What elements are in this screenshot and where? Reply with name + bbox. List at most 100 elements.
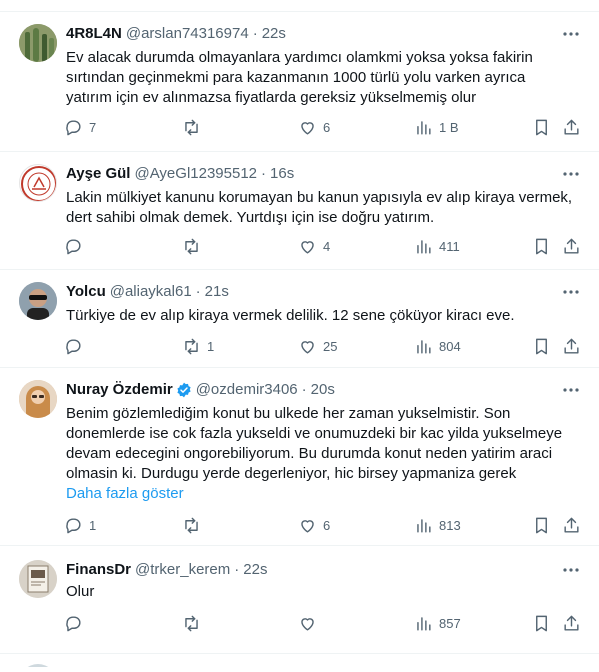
- bookmark-icon: [536, 517, 547, 534]
- retweet-count: 1: [207, 339, 215, 354]
- tweet-actions: 857: [0, 614, 599, 634]
- author-name[interactable]: Yolcu: [66, 282, 106, 302]
- tweet-card[interactable]: Yolcu @aliaykal61 · 21s Türkiye de ev al…: [0, 270, 599, 368]
- more-icon[interactable]: [561, 560, 581, 580]
- retweet-button[interactable]: [182, 614, 207, 633]
- seal-avatar[interactable]: [19, 164, 57, 202]
- tweet-header: Yolcu @aliaykal61 · 21s: [66, 282, 229, 302]
- author-name[interactable]: Nuray Özdemir: [66, 380, 173, 400]
- tweet-card[interactable]: 4R8L4N @arslan74316974 · 22s Ev alacak d…: [0, 12, 599, 152]
- tweet-actions: 4 411: [0, 237, 599, 257]
- retweet-icon: [185, 338, 198, 355]
- more-icon[interactable]: [561, 380, 581, 400]
- woman-avatar[interactable]: [19, 380, 57, 418]
- views-button[interactable]: 411: [414, 237, 460, 256]
- share-icon: [564, 615, 579, 631]
- tweet-card[interactable]: FinansDr @trker_kerem · 22s Olur 857: [0, 546, 599, 654]
- reply-button[interactable]: [64, 337, 89, 356]
- bookmark-button[interactable]: [532, 614, 551, 633]
- tweet-card[interactable]: Nuray Özdemir @ozdemir3406 · 20s Benim g…: [0, 368, 599, 546]
- like-icon: [301, 341, 314, 354]
- like-button[interactable]: 6: [298, 516, 330, 535]
- retweet-button[interactable]: [182, 516, 207, 535]
- bookmark-button[interactable]: [532, 516, 551, 535]
- views-button[interactable]: 1 B: [414, 118, 459, 137]
- views-button[interactable]: 857: [414, 614, 461, 633]
- view-count: 804: [439, 339, 461, 354]
- like-button[interactable]: 25: [298, 337, 337, 356]
- bookmark-icon: [536, 338, 547, 355]
- book-avatar[interactable]: [19, 560, 57, 598]
- reply-count: 1: [89, 518, 97, 533]
- bookmark-button[interactable]: [532, 237, 551, 256]
- text-line: yatırım için ev alınmazsa fiyatlarda ger…: [66, 89, 477, 106]
- bookmark-icon: [536, 615, 547, 632]
- tweet-time[interactable]: 20s: [311, 380, 335, 400]
- like-button[interactable]: 4: [298, 237, 330, 256]
- person-image: [19, 380, 57, 418]
- reply-count: 7: [89, 120, 97, 135]
- more-icon[interactable]: [561, 24, 581, 44]
- sunglasses-avatar[interactable]: [19, 282, 57, 320]
- share-icon: [564, 517, 579, 533]
- share-button[interactable]: [562, 237, 581, 256]
- text-line: Ev alacak durumda olmayanlara yardımcı o…: [66, 49, 533, 66]
- text-line: Lakin mülkiyet kanunu korumayan bu kanun…: [66, 189, 573, 206]
- more-icon[interactable]: [561, 164, 581, 184]
- person-image: [19, 282, 57, 320]
- text-line: olmasin ki. Durdugu yerde degerleniyor, …: [66, 465, 517, 482]
- author-name[interactable]: Ayşe Gül: [66, 164, 130, 184]
- reply-button[interactable]: 7: [64, 118, 96, 137]
- bookmark-button[interactable]: [532, 118, 551, 137]
- tweet-card[interactable]: Ayşe Gül @AyeGl12395512 · 16s Lakin mülk…: [0, 152, 599, 270]
- author-handle[interactable]: @ozdemir3406: [196, 380, 298, 400]
- retweet-button[interactable]: 1: [182, 337, 214, 356]
- book-image: [19, 560, 57, 598]
- views-icon: [417, 340, 431, 354]
- tweet-time[interactable]: 22s: [243, 560, 267, 580]
- view-count: 1 B: [439, 120, 459, 135]
- tweet-header: 4R8L4N @arslan74316974 · 22s: [66, 24, 286, 44]
- reply-button[interactable]: 1: [64, 516, 96, 535]
- share-button[interactable]: [562, 337, 581, 356]
- retweet-icon: [185, 615, 198, 632]
- separator-dot: ·: [261, 165, 267, 182]
- retweet-button[interactable]: [182, 237, 207, 256]
- author-handle[interactable]: @aliaykal61: [110, 282, 192, 302]
- cactus-image: [19, 24, 57, 62]
- author-handle[interactable]: @AyeGl12395512: [134, 164, 257, 184]
- views-icon: [417, 121, 431, 135]
- reply-icon: [66, 120, 81, 136]
- tweet-time[interactable]: 16s: [270, 164, 294, 184]
- retweet-icon: [185, 517, 198, 534]
- tweet-time[interactable]: 22s: [262, 24, 286, 44]
- like-button[interactable]: [298, 614, 323, 633]
- share-button[interactable]: [562, 118, 581, 137]
- author-name[interactable]: 4R8L4N: [66, 24, 122, 44]
- bookmark-button[interactable]: [532, 337, 551, 356]
- verified-badge-icon: [177, 382, 191, 398]
- share-button[interactable]: [562, 516, 581, 535]
- retweet-button[interactable]: [182, 118, 207, 137]
- share-button[interactable]: [562, 614, 581, 633]
- seal-image: [21, 166, 56, 201]
- author-handle[interactable]: @trker_kerem: [135, 560, 230, 580]
- tweet-time[interactable]: 21s: [205, 282, 229, 302]
- text-line: donemlerde ise cok fazla yukseldi ve onu…: [66, 425, 563, 442]
- views-icon: [417, 617, 431, 631]
- like-count: 4: [323, 239, 331, 254]
- more-icon[interactable]: [561, 282, 581, 302]
- author-name[interactable]: FinansDr: [66, 560, 131, 580]
- reply-button[interactable]: [64, 237, 89, 256]
- cactus-avatar[interactable]: [19, 24, 57, 62]
- tweet-text: Türkiye de ev alıp kiraya vermek delilik…: [66, 306, 586, 326]
- text-line: Türkiye de ev alıp kiraya vermek delilik…: [66, 307, 515, 324]
- show-more-link[interactable]: Daha fazla göster: [66, 484, 586, 504]
- views-icon: [417, 240, 431, 254]
- like-button[interactable]: 6: [298, 118, 330, 137]
- author-handle[interactable]: @arslan74316974: [126, 24, 249, 44]
- views-button[interactable]: 813: [414, 516, 461, 535]
- views-button[interactable]: 804: [414, 337, 461, 356]
- tweet-actions: 1 6 813: [0, 516, 599, 536]
- reply-button[interactable]: [64, 614, 89, 633]
